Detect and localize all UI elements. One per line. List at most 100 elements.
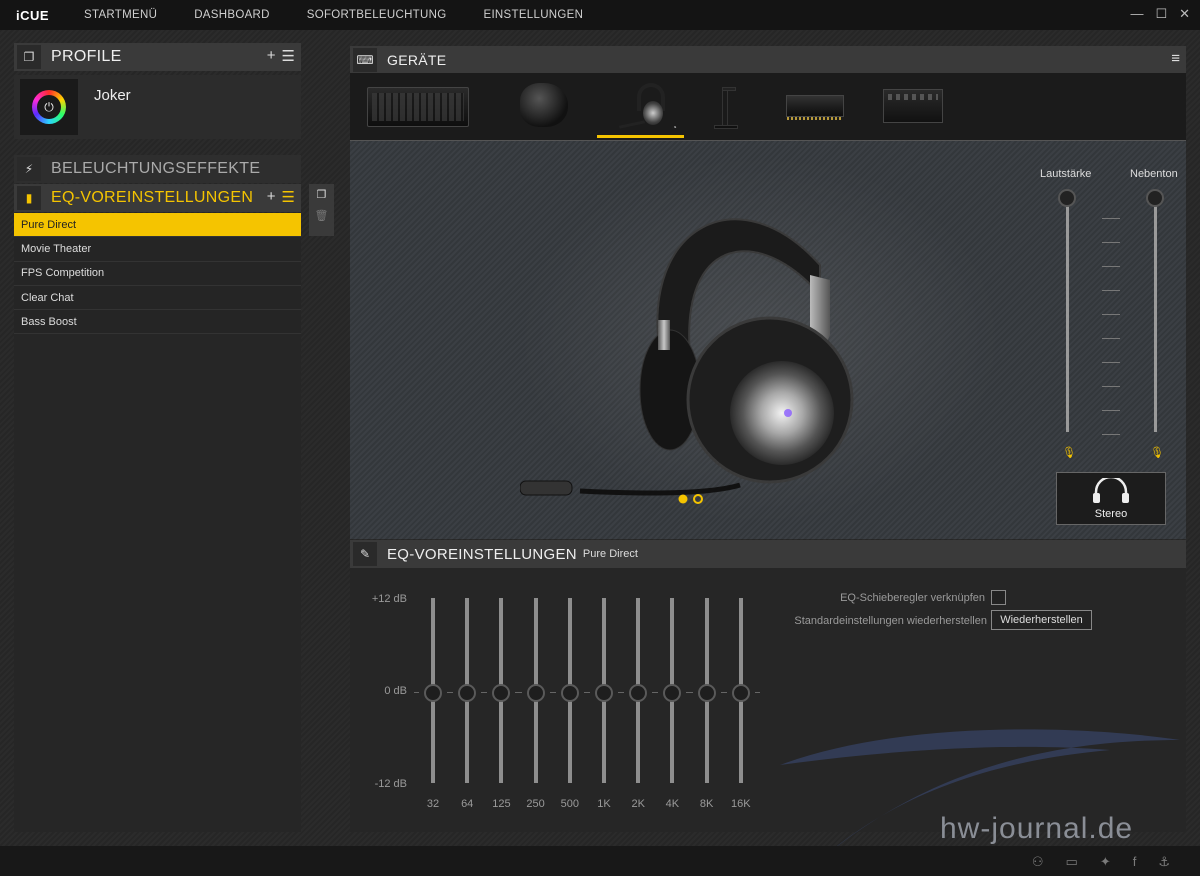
nav-settings[interactable]: EINSTELLUNGEN [483, 9, 583, 21]
eq-band-label: 125 [492, 798, 511, 810]
profile-thumbnail: ⏻ [20, 79, 78, 135]
sidetone-mic-icon: 🎙 [1150, 447, 1164, 459]
edit-icon: ✎ [353, 542, 377, 566]
volume-slider-knob[interactable] [1058, 189, 1076, 207]
community-icon[interactable]: ⚇ [1032, 854, 1044, 870]
eq-band-knob[interactable] [663, 684, 682, 702]
eq-band-slider[interactable]: 1K [585, 598, 623, 810]
eq-band-knob[interactable] [492, 684, 511, 702]
eq-band-slider[interactable]: 32 [414, 598, 452, 810]
close-icon[interactable]: ✕ [1179, 6, 1190, 22]
eq-band-label: 8K [699, 798, 714, 810]
eq-presets-header[interactable]: ▮ EQ-VOREINSTELLUNGEN + ☰ [14, 184, 301, 212]
icue-logo-icon: ⏻ [32, 90, 66, 124]
eq-band-slider[interactable]: 2K [619, 598, 658, 810]
eq-preset-list: Pure Direct Movie Theater FPS Competitio… [14, 213, 301, 832]
eq-band-label: 250 [526, 798, 545, 810]
db-top-label: +12 dB [371, 593, 407, 605]
volume-slider-track[interactable] [1066, 199, 1069, 432]
lighting-effects-header[interactable]: ⚡ BELEUCHTUNGSEFFEKTE [14, 155, 301, 183]
mouse-device-icon[interactable] [520, 83, 568, 127]
eq-band-knob[interactable] [697, 684, 716, 702]
add-profile-icon[interactable]: + [267, 47, 276, 65]
app-logo: iCUE [16, 7, 50, 23]
sidetone-slider-track[interactable] [1154, 199, 1157, 432]
maximize-icon[interactable]: ☐ [1155, 6, 1167, 22]
footer-icons: ⚇ ▭ ✦ f ⚓ [1032, 854, 1170, 870]
sidetone-label: Nebenton [1130, 168, 1178, 180]
eq-band-tick [482, 692, 488, 693]
sidetone-slider-knob[interactable] [1146, 189, 1164, 207]
headset-stand-device-icon[interactable] [714, 83, 738, 129]
headset-device-icon[interactable] [618, 83, 669, 129]
profile-name: Joker [94, 87, 131, 104]
nav-dashboard[interactable]: DASHBOARD [194, 9, 270, 21]
add-preset-icon[interactable]: + [267, 188, 276, 206]
trash-icon[interactable]: 🗑 [315, 209, 329, 222]
lightning-icon: ⚡ [17, 157, 41, 181]
level-ticks [1102, 195, 1120, 435]
eq-band-knob[interactable] [731, 684, 750, 702]
eq-band-slider[interactable]: 125 [482, 598, 521, 810]
facebook-icon[interactable]: f [1133, 854, 1137, 870]
devices-title: GERÄTE [387, 51, 447, 68]
preset-tools: ❐ 🗑 [309, 184, 334, 236]
eq-band-knob[interactable] [458, 684, 477, 702]
eq-band-tick [754, 692, 760, 693]
list-item[interactable]: Movie Theater [14, 237, 301, 262]
eq-band-slider[interactable]: 16K [721, 598, 760, 810]
eq-band-knob[interactable] [424, 684, 442, 702]
controller-device-icon[interactable] [883, 89, 943, 123]
list-item[interactable]: Pure Direct [14, 213, 301, 238]
nav-instant-lighting[interactable]: SOFORTBELEUCHTUNG [307, 9, 447, 21]
device-stage: Lautstärke Nebenton 🎙 🎙 Stereo [350, 141, 1186, 539]
eq-band-tick [414, 692, 419, 693]
eq-presets-title: EQ-VOREINSTELLUNGEN [51, 189, 254, 206]
eq-band-label: 500 [560, 798, 579, 810]
lighting-effects-title: BELEUCHTUNGSEFFEKTE [51, 160, 261, 177]
eq-band-slider[interactable]: 8K [687, 598, 726, 810]
preset-menu-icon[interactable]: ☰ [282, 188, 295, 206]
devices-actions: ≡ [1171, 50, 1180, 67]
list-item[interactable]: Clear Chat [14, 285, 301, 311]
twitter-icon[interactable]: ✦ [1100, 854, 1111, 870]
eq-band-knob[interactable] [629, 684, 648, 702]
corsair-icon[interactable]: ⚓ [1158, 854, 1170, 870]
eq-band-tick [448, 692, 454, 693]
footer-bar: ⚇ ▭ ✦ f ⚓ [0, 846, 1200, 876]
devices-menu-icon[interactable]: ≡ [1171, 50, 1180, 67]
copy-icon[interactable]: ❐ [317, 188, 327, 201]
chat-icon[interactable]: ▭ [1066, 854, 1078, 870]
eq-presets-actions: + ☰ [267, 188, 295, 206]
eq-band-knob[interactable] [595, 684, 613, 702]
eq-band-knob[interactable] [526, 684, 545, 702]
nav-startmenu[interactable]: STARTMENÜ [84, 9, 157, 21]
keyboard-icon: ⌨ [353, 47, 377, 72]
eq-panel-title: EQ-VOREINSTELLUNGEN [387, 545, 577, 563]
list-item[interactable]: FPS Competition [14, 261, 301, 286]
minimize-icon[interactable]: — [1130, 6, 1143, 22]
eq-band-slider[interactable]: 250 [516, 598, 555, 810]
eq-band-slider[interactable]: 4K [653, 598, 692, 810]
headphones-icon [1093, 477, 1129, 503]
eq-band-knob[interactable] [560, 684, 579, 702]
restore-button[interactable]: Wiederherstellen [991, 610, 1092, 630]
top-bar: iCUE STARTMENÜ DASHBOARD SOFORTBELEUCHTU… [0, 0, 1200, 30]
volume-label: Lautstärke [1040, 168, 1092, 180]
eq-band-tick [550, 692, 556, 693]
eq-band-slider[interactable]: 64 [448, 598, 487, 810]
profile-title: PROFILE [51, 48, 122, 65]
link-sliders-checkbox[interactable] [991, 590, 1006, 605]
profile-icon: ❐ [17, 45, 41, 69]
profile-card[interactable]: ⏻ Joker [14, 75, 301, 139]
profile-actions: + ☰ [267, 47, 295, 65]
list-item[interactable]: Bass Boost [14, 310, 301, 335]
memory-device-icon[interactable] [786, 95, 844, 120]
db-bottom-label: -12 dB [374, 778, 407, 790]
profile-header: ❐ PROFILE + ☰ [14, 43, 301, 71]
stereo-button[interactable]: Stereo [1056, 472, 1166, 525]
profile-menu-icon[interactable]: ☰ [282, 47, 295, 65]
eq-band-slider[interactable]: 500 [550, 598, 589, 810]
eq-band-tick [687, 692, 693, 693]
keyboard-device-icon[interactable] [367, 87, 469, 127]
